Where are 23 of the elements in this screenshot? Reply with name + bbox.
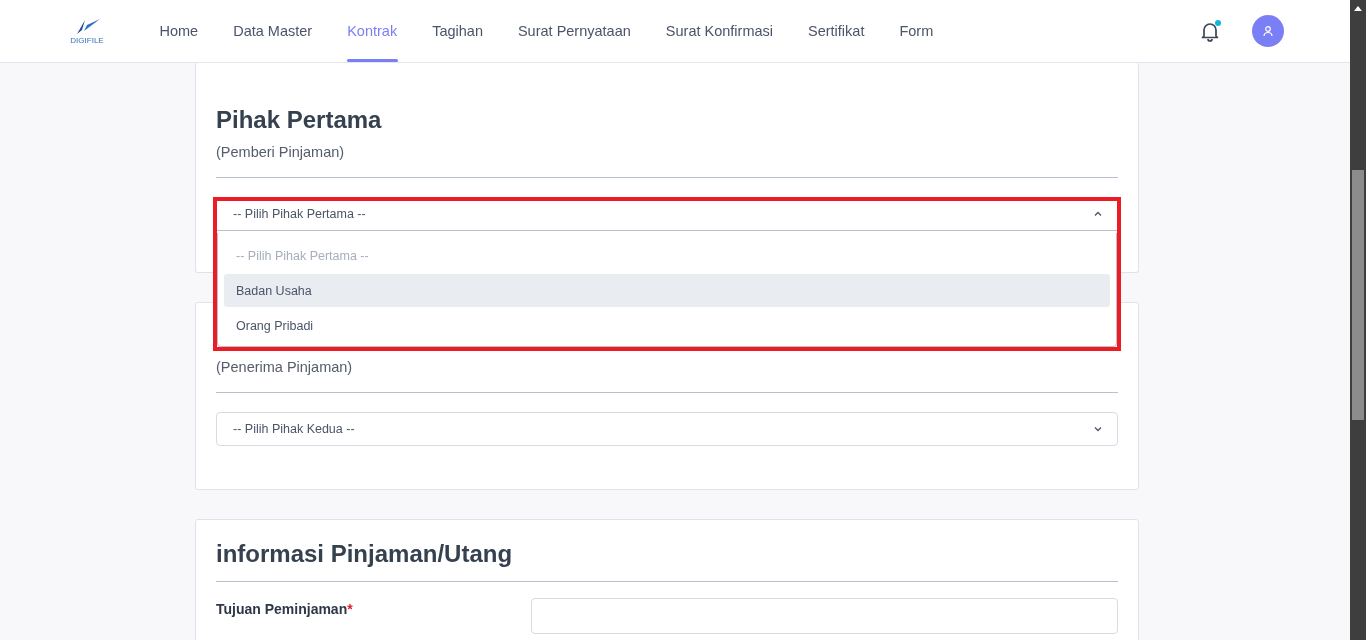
section-subtitle: (Pemberi Pinjaman) — [216, 144, 346, 160]
dropdown-option[interactable]: Orang Pribadi — [224, 309, 1110, 342]
nav-tab[interactable]: Home — [142, 0, 216, 62]
user-icon — [1262, 25, 1274, 37]
section-subtitle: (Penerima Pinjaman) — [216, 359, 354, 375]
dropdown-option[interactable]: Badan Usaha — [224, 274, 1110, 307]
scrollbar[interactable] — [1350, 0, 1366, 640]
scroll-up-icon — [1354, 5, 1362, 11]
section-title: Pihak Pertama — [216, 106, 383, 134]
input-field[interactable] — [531, 598, 1118, 634]
logo-text: DIGIFILE — [70, 36, 104, 45]
chevron-icon — [1093, 209, 1103, 219]
nav-tab[interactable]: Sertifikat — [790, 0, 882, 62]
avatar-button[interactable] — [1252, 15, 1284, 47]
nav-tab[interactable]: Data Master — [215, 0, 330, 62]
nav-tab[interactable]: Surat Konfirmasi — [648, 0, 791, 62]
nav-tab[interactable]: Surat Pernyataan — [500, 0, 649, 62]
section-title: informasi Pinjaman/Utang — [216, 540, 514, 568]
field-label: Tujuan Peminjaman* — [216, 600, 354, 617]
chevron-icon — [1093, 424, 1103, 434]
nav-tab[interactable]: Tagihan — [414, 0, 501, 62]
dropdown-select[interactable]: -- Pilih Pihak Kedua -- — [216, 412, 1118, 446]
nav-tab[interactable]: Form — [881, 0, 951, 62]
